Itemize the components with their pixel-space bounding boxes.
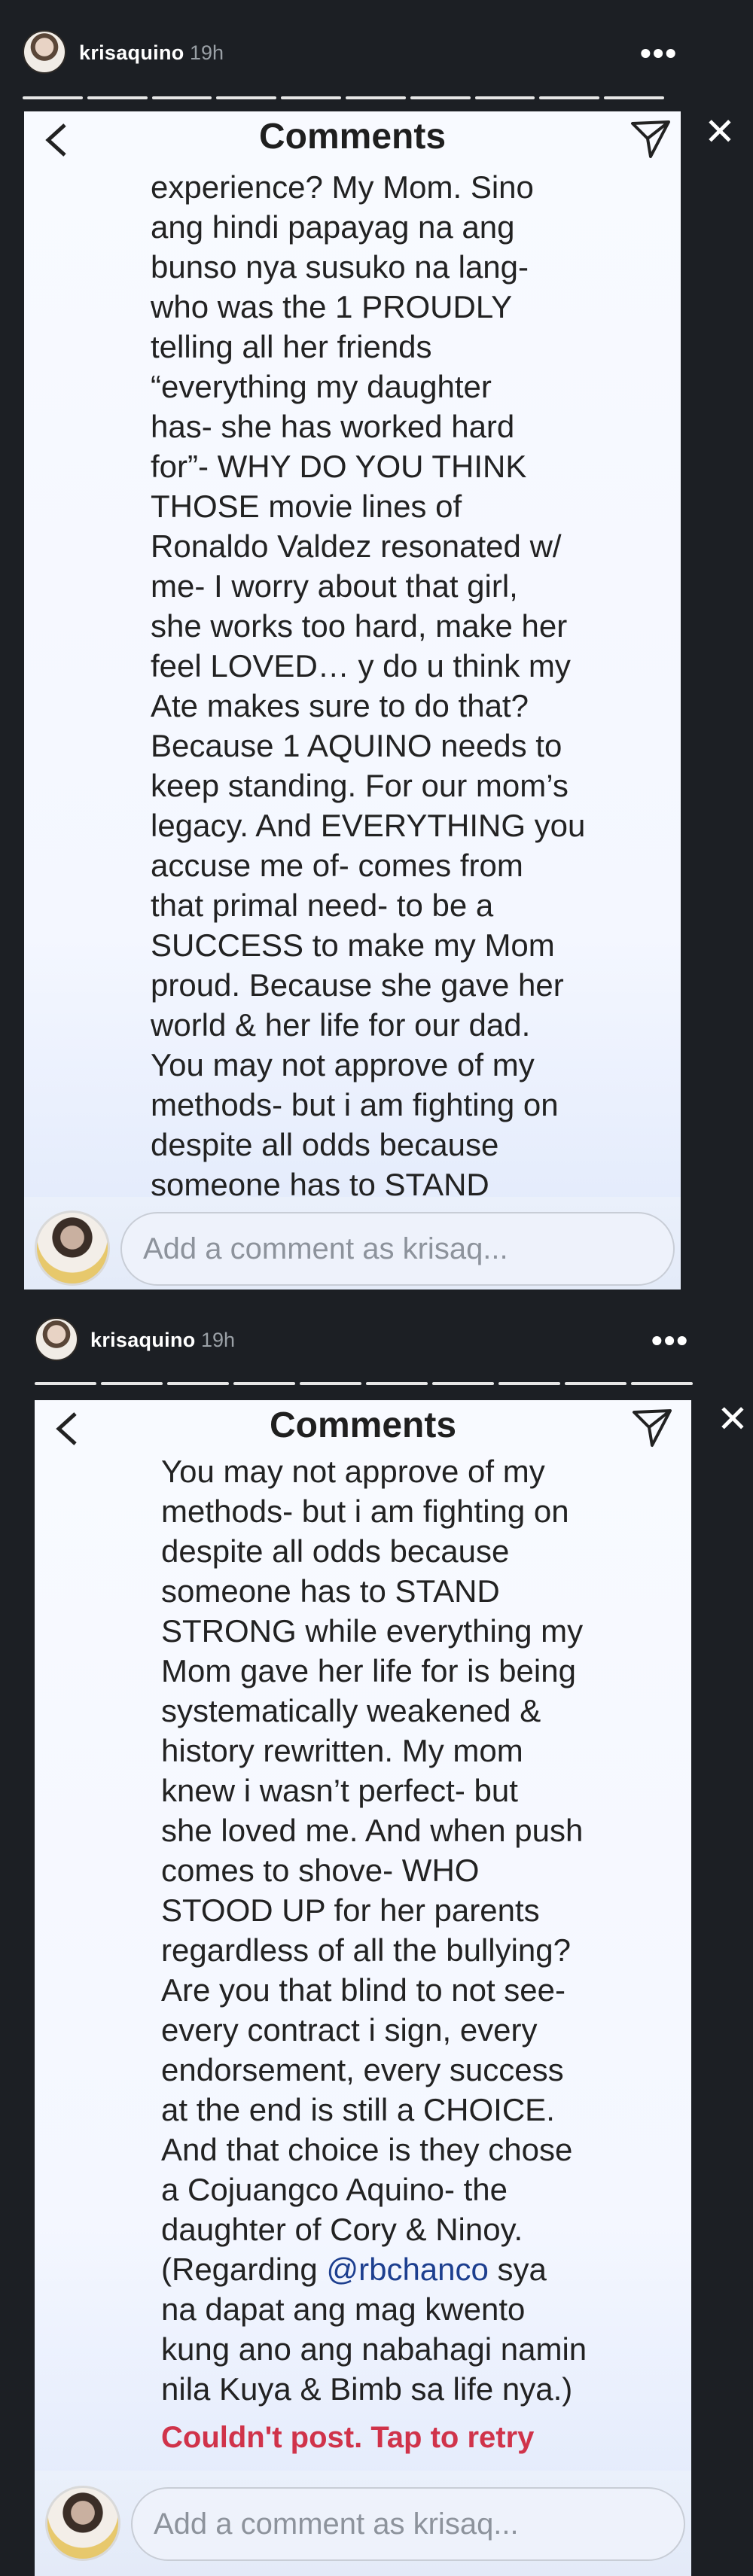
paper-plane-icon[interactable] — [628, 116, 673, 161]
story-progress-bar — [35, 1382, 693, 1385]
comments-title: Comments — [258, 117, 447, 157]
commenter-avatar — [45, 2486, 120, 2561]
comments-panel: Comments You may not approve of my metho… — [35, 1400, 691, 2576]
comment-caption: You may not approve of my methods- but i… — [161, 1451, 651, 2409]
comment-input[interactable]: Add a comment as krisaq... — [120, 1212, 675, 1286]
comment-input[interactable]: Add a comment as krisaq... — [131, 2487, 685, 2561]
post-error-retry[interactable]: Couldn't post. Tap to retry — [161, 2421, 534, 2455]
story-frame-1: krisaquino 19h ••• ✕ Comments experience… — [0, 0, 753, 1295]
story-header: krisaquino 19h ••• — [0, 0, 753, 105]
user-mention-link[interactable]: @rbchanco — [326, 2252, 488, 2287]
post-time: 19h — [190, 41, 224, 64]
comment-composer: Add a comment as krisaq... — [35, 2471, 691, 2576]
close-icon[interactable]: ✕ — [704, 113, 736, 151]
more-dots-icon[interactable]: ••• — [640, 38, 678, 69]
username[interactable]: krisaquino — [79, 41, 184, 65]
caption-text: You may not approve of my methods- but i… — [161, 1454, 584, 2287]
story-frame-2: krisaquino 19h ••• ✕ Comments You may no… — [0, 1295, 753, 2576]
post-time: 19h — [201, 1329, 236, 1351]
user-avatar[interactable] — [23, 30, 66, 74]
commenter-avatar — [35, 1210, 110, 1286]
comment-caption: experience? My Mom. Sino ang hindi papay… — [151, 169, 586, 1202]
close-icon[interactable]: ✕ — [717, 1400, 748, 1438]
comments-title: Comments — [269, 1405, 457, 1445]
username[interactable]: krisaquino — [90, 1329, 196, 1352]
more-dots-icon[interactable]: ••• — [651, 1325, 689, 1357]
comment-composer: Add a comment as krisaq... — [24, 1197, 681, 1290]
user-avatar[interactable] — [35, 1317, 78, 1361]
story-progress-bar — [23, 96, 664, 99]
comments-panel: Comments experience? My Mom. Sino ang hi… — [24, 111, 681, 1290]
story-header: krisaquino 19h ••• — [0, 1295, 753, 1400]
paper-plane-icon[interactable] — [630, 1405, 675, 1450]
